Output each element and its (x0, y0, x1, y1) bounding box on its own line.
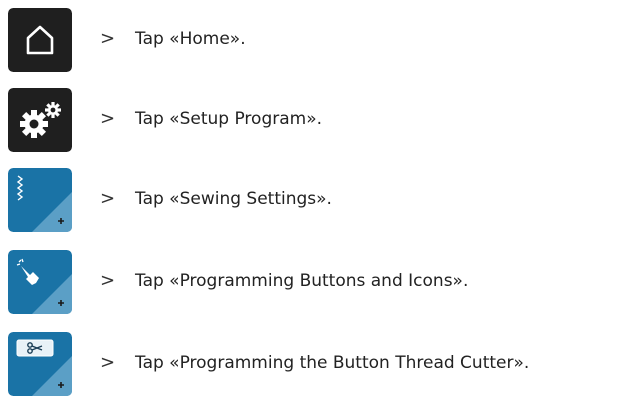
programming-buttons-button[interactable] (8, 250, 72, 314)
step-marker: > (100, 352, 116, 373)
step-setup-program: > Tap «Setup Program». (8, 88, 608, 154)
step-text: Tap «Programming the Button Thread Cutte… (135, 353, 530, 373)
stitch-settings-icon (8, 168, 72, 232)
thread-cutter-button[interactable] (8, 332, 72, 396)
sewing-settings-button[interactable] (8, 168, 72, 232)
step-text: Tap «Home». (135, 29, 246, 49)
gears-icon (8, 88, 72, 152)
step-marker: > (100, 270, 116, 291)
step-sewing-settings: > Tap «Sewing Settings». (8, 168, 608, 234)
step-programming-buttons: > Tap «Programming Buttons and Icons». (8, 250, 608, 316)
setup-program-button[interactable] (8, 88, 72, 152)
programming-hand-icon (8, 250, 72, 314)
home-button[interactable] (8, 8, 72, 72)
step-text: Tap «Sewing Settings». (135, 189, 332, 209)
step-marker: > (100, 28, 116, 49)
home-icon (8, 8, 72, 72)
thread-cutter-icon (8, 332, 72, 396)
step-thread-cutter: > Tap «Programming the Button Thread Cut… (8, 332, 608, 398)
step-marker: > (100, 188, 116, 209)
step-home: > Tap «Home». (8, 8, 608, 74)
step-text: Tap «Setup Program». (135, 109, 322, 129)
step-text: Tap «Programming Buttons and Icons». (135, 271, 469, 291)
step-marker: > (100, 108, 116, 129)
